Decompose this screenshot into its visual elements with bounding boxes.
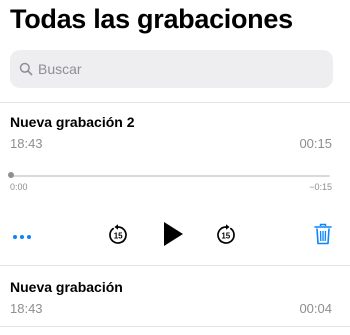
search-icon (18, 61, 34, 77)
scrubber-handle[interactable] (8, 172, 14, 178)
more-icon (12, 227, 32, 245)
remaining-time: −0:15 (309, 182, 332, 192)
play-icon (162, 221, 184, 252)
skip-forward-button[interactable]: 15 (213, 223, 239, 252)
recording-name: Nueva grabación 2 (10, 114, 135, 130)
skip-back-button[interactable]: 15 (105, 223, 131, 252)
recording-time: 18:43 (10, 301, 43, 316)
recording-time: 18:43 (10, 136, 43, 151)
skip-forward-15-icon: 15 (214, 223, 238, 252)
skip-back-15-icon: 15 (106, 223, 130, 252)
search-field[interactable]: Buscar (10, 50, 333, 88)
elapsed-time: 0:00 (10, 182, 28, 192)
divider (0, 326, 350, 327)
play-button[interactable] (160, 221, 186, 252)
playback-scrubber[interactable] (8, 172, 330, 178)
skip-back-seconds: 15 (114, 231, 123, 240)
trash-icon (314, 223, 332, 250)
divider (0, 265, 350, 266)
recording-duration: 00:15 (299, 136, 332, 151)
search-placeholder: Buscar (38, 61, 82, 77)
page-title: Todas las grabaciones (10, 4, 293, 34)
skip-forward-seconds: 15 (221, 231, 230, 240)
recording-name: Nueva grabación (10, 279, 123, 295)
more-button[interactable] (10, 228, 34, 244)
delete-button[interactable] (312, 223, 334, 250)
divider (0, 102, 350, 103)
recording-duration: 00:04 (299, 301, 332, 316)
